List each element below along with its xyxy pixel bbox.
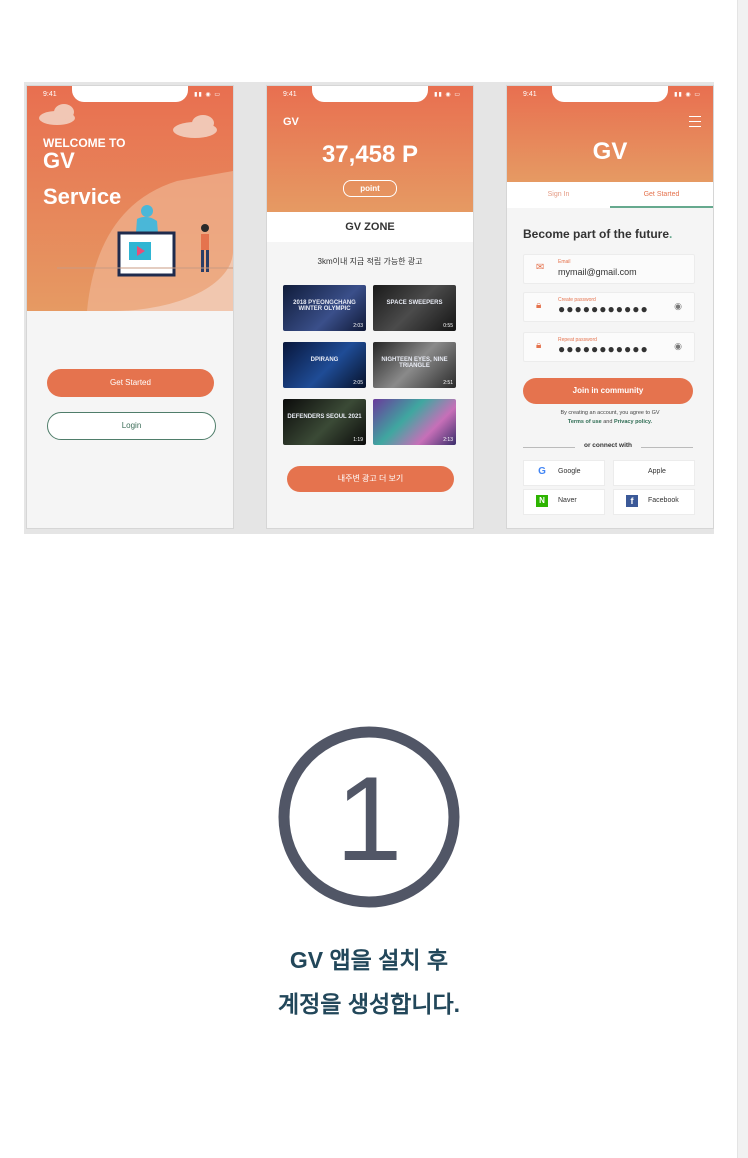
points-balance: 37,458 P	[321, 141, 419, 168]
tab-sign-in[interactable]: Sign In	[507, 182, 610, 208]
facebook-icon: f	[626, 495, 638, 507]
status-icons: ▮▮ ◉ ▭	[434, 92, 461, 98]
hamburger-menu-icon[interactable]	[689, 116, 701, 127]
status-time: 9:41	[43, 91, 57, 98]
notch	[552, 86, 668, 102]
terms-link[interactable]: Terms of use	[568, 419, 602, 425]
app-mockup-panel: 9:41 ▮▮ ◉ ▭ WELCOME TO GV Service Get St…	[24, 82, 714, 534]
step-caption-line1: GV 앱을 설치 후	[289, 947, 449, 973]
naver-label: Naver	[558, 497, 577, 504]
apple-label: Apple	[648, 468, 666, 475]
ad-title: DEFENDERS SEOUL 2021	[287, 414, 362, 420]
ad-title: 2018 PYEONGCHANG WINTER OLYMPIC	[293, 300, 356, 312]
signup-headline-text: Become part of the future	[523, 227, 670, 241]
brand-logo: GV	[592, 138, 628, 165]
create-password-field[interactable]: 🔒︎ Create password ●●●●●●●●●●● ◉	[523, 292, 695, 322]
step-number-circle: 1	[278, 726, 460, 908]
or-connect-label: or connect with	[583, 442, 633, 449]
zone-title: GV ZONE	[267, 212, 473, 242]
and-text: and	[603, 419, 613, 425]
google-label: Google	[558, 468, 581, 475]
step-number: 1	[336, 752, 403, 886]
eye-icon[interactable]: ◉	[674, 341, 682, 352]
email-field[interactable]: ✉ Email mymail@gmail.com	[523, 254, 695, 284]
point-button[interactable]: point	[343, 180, 397, 197]
repeat-password-field[interactable]: 🔒︎ Repeat password ●●●●●●●●●●● ◉	[523, 332, 695, 362]
status-time: 9:41	[283, 91, 297, 98]
phone-welcome-screen: 9:41 ▮▮ ◉ ▭ WELCOME TO GV Service Get St…	[26, 85, 234, 529]
email-value: mymail@gmail.com	[558, 267, 637, 277]
email-label: Email	[558, 259, 571, 265]
get-started-button[interactable]: Get Started	[47, 369, 214, 397]
notch	[312, 86, 428, 102]
password-mask: ●●●●●●●●●●●	[558, 302, 649, 316]
naver-icon: N	[536, 495, 548, 507]
auth-tabs: Sign In Get Started	[507, 182, 713, 208]
mail-icon: ✉	[536, 262, 545, 273]
ad-thumbnail[interactable]: SPACE SWEEPERS 0:55	[373, 285, 456, 331]
ad-duration: 2:05	[353, 380, 363, 386]
ad-title: DPIRANG	[310, 357, 339, 363]
divider-or-connect: or connect with	[523, 442, 693, 452]
zone-subtitle: 3km이내 지금 적립 가능한 광고	[317, 257, 423, 266]
welcome-service: Service	[43, 184, 122, 209]
lock-icon: 🔒︎	[536, 300, 542, 311]
brand-logo: GV	[283, 116, 299, 128]
ad-title: SPACE SWEEPERS	[386, 300, 443, 306]
status-time: 9:41	[523, 91, 537, 98]
ad-thumbnail[interactable]: DEFENDERS SEOUL 2021 1:19	[283, 399, 366, 445]
apple-login-button[interactable]: Apple	[613, 460, 695, 486]
ad-duration: 0:55	[443, 323, 453, 329]
phone-points-screen: 9:41 ▮▮ ◉ ▭ GV 37,458 P point GV ZONE 3k…	[266, 85, 474, 529]
more-ads-button[interactable]: 내주변 광고 더 보기	[287, 466, 454, 492]
tab-get-started[interactable]: Get Started	[610, 182, 713, 208]
join-community-button[interactable]: Join in community	[523, 378, 693, 404]
ad-thumbnail[interactable]: 2:13	[373, 399, 456, 445]
ad-duration: 2:13	[443, 437, 453, 443]
agreement-links: Terms of use and Privacy policy.	[507, 419, 713, 425]
facebook-login-button[interactable]: f Facebook	[613, 489, 695, 515]
notch	[72, 86, 188, 102]
ad-thumbnail[interactable]: DPIRANG 2:05	[283, 342, 366, 388]
ad-duration: 2:51	[443, 380, 453, 386]
login-button[interactable]: Login	[47, 412, 216, 440]
ad-thumbnail[interactable]: NIGHTEEN EYES, NINE TRIANGLE 2:51	[373, 342, 456, 388]
privacy-link[interactable]: Privacy policy.	[614, 419, 652, 425]
status-icons: ▮▮ ◉ ▭	[194, 92, 221, 98]
google-icon: G	[538, 466, 546, 477]
status-icons: ▮▮ ◉ ▭	[674, 92, 701, 98]
apple-icon	[626, 466, 638, 478]
password-mask: ●●●●●●●●●●●	[558, 342, 649, 356]
ad-duration: 2:03	[353, 323, 363, 329]
agreement-text: By creating an account, you agree to GV	[560, 410, 660, 416]
google-login-button[interactable]: G Google	[523, 460, 605, 486]
ad-duration: 1:19	[353, 437, 363, 443]
page-scrollbar[interactable]	[737, 0, 748, 1158]
signup-headline: Become part of the future.	[523, 227, 673, 241]
eye-icon[interactable]: ◉	[674, 301, 682, 312]
naver-login-button[interactable]: N Naver	[523, 489, 605, 515]
lock-icon: 🔒︎	[536, 340, 542, 351]
facebook-label: Facebook	[648, 497, 679, 504]
ad-title: NIGHTEEN EYES, NINE TRIANGLE	[381, 357, 448, 369]
ad-thumbnail[interactable]: 2018 PYEONGCHANG WINTER OLYMPIC 2:03	[283, 285, 366, 331]
phone-signup-screen: 9:41 ▮▮ ◉ ▭ GV Sign In Get Started Becom…	[506, 85, 714, 529]
step-caption-line2: 계정을 생성합니다.	[277, 991, 461, 1017]
welcome-brand: GV	[43, 148, 75, 173]
